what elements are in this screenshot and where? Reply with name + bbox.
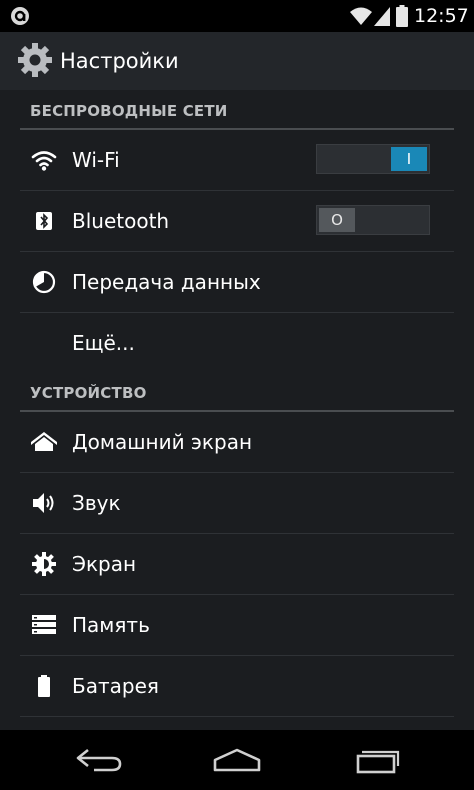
section-header-device: УСТРОЙСТВО [20, 372, 454, 412]
settings-item-label: Память [72, 613, 150, 637]
settings-list: БЕСПРОВОДНЫЕ СЕТИ Wi-Fi I Bluetooth O Пе… [0, 90, 474, 730]
battery-icon [396, 5, 408, 27]
settings-item-display[interactable]: Экран [20, 534, 454, 595]
toggle-knob: I [391, 147, 427, 171]
navigation-bar [0, 730, 474, 790]
settings-item-home-screen[interactable]: Домашний экран [20, 412, 454, 473]
settings-item-label: Домашний экран [72, 430, 253, 454]
back-icon[interactable] [74, 746, 126, 774]
gear-icon[interactable] [16, 41, 54, 79]
wifi-icon [31, 151, 57, 171]
settings-item-label: Звук [72, 491, 121, 515]
toggle-knob: O [319, 208, 355, 232]
wifi-toggle[interactable]: I [316, 144, 430, 174]
settings-item-storage[interactable]: Память [20, 595, 454, 656]
bluetooth-toggle[interactable]: O [316, 205, 430, 235]
settings-item-label: Экран [72, 552, 137, 576]
signal-icon [374, 7, 390, 26]
speaker-icon [33, 493, 54, 513]
settings-item-data-usage[interactable]: Передача данных [20, 252, 454, 313]
settings-item-label: Передача данных [72, 270, 261, 294]
home-icon[interactable] [211, 746, 263, 774]
settings-item-sound[interactable]: Звук [20, 473, 454, 534]
settings-item-bluetooth[interactable]: Bluetooth O [20, 191, 454, 252]
settings-item-more[interactable]: Ещё... [20, 313, 454, 373]
section-header-label: УСТРОЙСТВО [30, 384, 147, 402]
battery-icon [38, 675, 50, 697]
section-header-wireless: БЕСПРОВОДНЫЕ СЕТИ [20, 90, 454, 130]
settings-item-wifi[interactable]: Wi-Fi I [20, 130, 454, 191]
settings-item-label: Батарея [72, 674, 159, 698]
settings-item-battery[interactable]: Батарея [20, 656, 454, 717]
settings-item-label: Ещё... [72, 331, 135, 355]
wifi-icon [350, 7, 372, 25]
brightness-icon [32, 552, 56, 576]
storage-icon [32, 615, 56, 634]
notification-app-icon [11, 7, 29, 25]
action-bar: Настройки [0, 32, 474, 90]
clock: 12:57 [414, 5, 469, 27]
bluetooth-icon [36, 212, 52, 230]
page-title: Настройки [60, 49, 179, 73]
section-header-label: БЕСПРОВОДНЫЕ СЕТИ [30, 102, 228, 120]
settings-item-label: Wi-Fi [72, 148, 120, 172]
status-bar: 12:57 [0, 0, 474, 32]
data-usage-icon [32, 270, 56, 294]
home-icon [31, 432, 57, 451]
settings-item-label: Bluetooth [72, 209, 170, 233]
recent-apps-icon[interactable] [350, 746, 402, 774]
